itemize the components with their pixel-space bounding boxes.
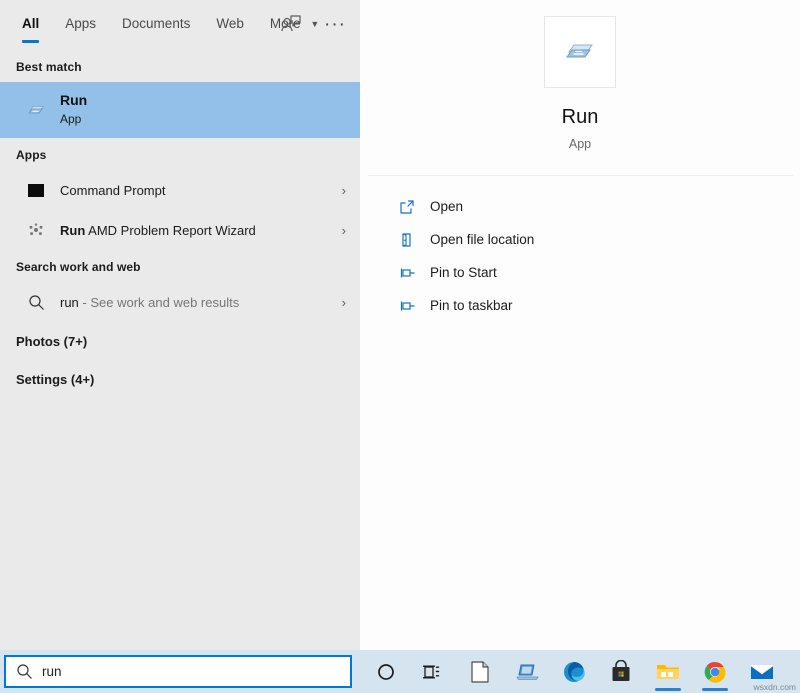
ellipsis-glyph: ··· [324,15,346,34]
amd-icon [18,222,54,238]
list-item-command-prompt[interactable]: Command Prompt › [0,170,360,210]
action-pin-to-taskbar[interactable]: Pin to taskbar [392,289,800,322]
folder-open-location-icon [392,232,422,248]
run-app-icon [18,101,54,119]
chevron-right-icon: › [342,223,346,238]
taskbar-running-indicator [702,688,728,691]
tab-apps-label: Apps [65,16,96,31]
preview-header: Run App [360,0,800,176]
best-match-text: Run App [54,92,87,128]
tab-documents[interactable]: Documents [109,14,203,43]
action-open-label: Open [422,199,463,214]
taskbar-running-indicator [655,688,681,691]
apps-section-header: Apps [0,138,360,170]
action-open[interactable]: Open [392,190,800,223]
action-pin-to-start-label: Pin to Start [422,265,497,280]
chevron-right-icon: › [342,295,346,310]
best-match-header: Best match [0,50,360,82]
tab-documents-label: Documents [122,16,190,31]
app-actions-list: Open Open file location [360,176,800,322]
taskbar-search-box[interactable] [4,655,352,688]
search-web-section-header: Search work and web [0,250,360,282]
amd-bold-match: Run [60,223,85,238]
taskbar-item-remote-desktop[interactable] [503,650,550,693]
search-icon [6,663,42,680]
tab-web[interactable]: Web [203,14,257,43]
list-item-run-amd-problem-report-wizard[interactable]: Run AMD Problem Report Wizard › [0,210,360,250]
search-results-panel: All Apps Documents Web More ▼ [0,0,360,650]
preview-app-subtitle: App [569,137,591,151]
section-photos-label: Photos (7+) [16,334,87,349]
action-open-file-location-label: Open file location [422,232,534,247]
section-settings-label: Settings (4+) [16,372,94,387]
tab-active-underline [22,40,39,43]
feedback-person-icon[interactable] [276,10,306,38]
tab-web-label: Web [216,16,244,31]
action-pin-to-taskbar-label: Pin to taskbar [422,298,513,313]
taskbar-item-google-chrome[interactable] [691,650,738,693]
search-filter-tabs: All Apps Documents Web More ▼ [0,0,360,50]
taskbar-icons [352,650,800,693]
search-flyout: All Apps Documents Web More ▼ [0,0,800,650]
web-search-suffix: - See work and web results [79,295,239,310]
taskbar-item-microsoft-store[interactable] [597,650,644,693]
taskbar-item-cortana[interactable] [362,650,409,693]
taskbar-item-task-view[interactable] [409,650,456,693]
app-preview-panel: Run App Open [360,0,800,650]
command-prompt-icon [18,183,54,198]
web-search-query: run [60,295,79,310]
list-item-web-search-run[interactable]: run - See work and web results › [0,282,360,322]
search-header-actions: ··· [276,10,350,38]
list-item-web-search-label: run - See work and web results [54,295,342,310]
list-item-run-amd-label: Run AMD Problem Report Wizard [54,223,342,238]
action-open-file-location[interactable]: Open file location [392,223,800,256]
action-pin-to-start[interactable]: Pin to Start [392,256,800,289]
windows-search-screen: All Apps Documents Web More ▼ [0,0,800,693]
list-item-command-prompt-label: Command Prompt [54,183,342,198]
ellipsis-icon[interactable]: ··· [320,10,350,38]
tab-all[interactable]: All [16,14,52,43]
search-icon [18,294,54,311]
pin-icon [392,298,422,314]
section-settings[interactable]: Settings (4+) [0,360,360,398]
open-external-icon [392,199,422,215]
best-match-title: Run [60,92,87,110]
section-photos[interactable]: Photos (7+) [0,322,360,360]
watermark: wsxdn.com [753,682,796,692]
pin-icon [392,265,422,281]
best-match-subtitle: App [60,110,87,128]
amd-rest: AMD Problem Report Wizard [85,223,256,238]
preview-app-title: Run [562,106,599,129]
taskbar-item-libreoffice-writer[interactable] [456,650,503,693]
chevron-right-icon: › [342,183,346,198]
tab-all-label: All [22,16,39,31]
run-app-large-icon [544,16,616,88]
search-input[interactable] [42,657,350,686]
tab-apps[interactable]: Apps [52,14,109,43]
best-match-result-run[interactable]: Run App [0,82,360,138]
taskbar: wsxdn.com [0,650,800,693]
taskbar-item-microsoft-edge[interactable] [550,650,597,693]
taskbar-item-file-explorer[interactable] [644,650,691,693]
